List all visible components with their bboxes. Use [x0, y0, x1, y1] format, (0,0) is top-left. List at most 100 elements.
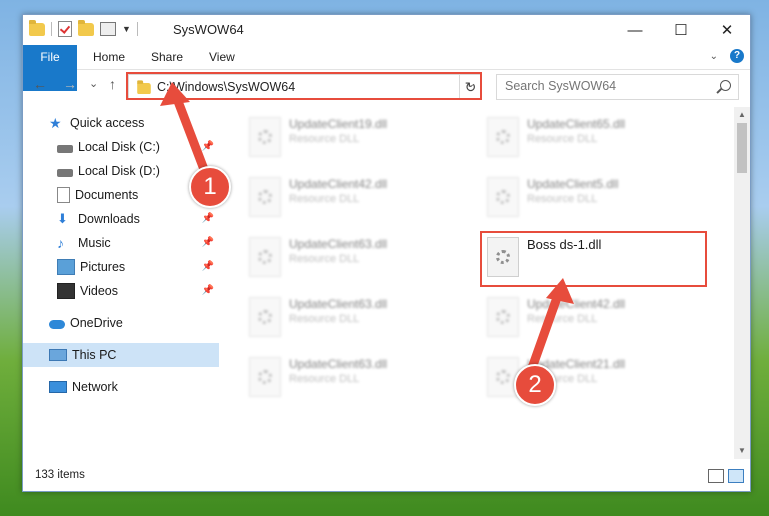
sidebar-item-label: Music: [78, 236, 111, 250]
file-type: Resource DLL: [527, 193, 598, 205]
up-button[interactable]: ↑: [109, 76, 116, 92]
gear-icon: [496, 190, 510, 204]
file-name: UpdateClient42.dll: [289, 177, 388, 191]
sidebar-item-network[interactable]: Network: [23, 375, 219, 399]
navigation-pane: ★ Quick access Local Disk (C:) 📌 Local D…: [23, 107, 219, 457]
scroll-down-icon[interactable]: ▼: [734, 443, 750, 459]
pictures-icon: [57, 259, 75, 275]
file-name: UpdateClient5.dll: [527, 177, 619, 191]
gear-icon: [258, 130, 272, 144]
file-item[interactable]: UpdateClient63.dll Resource DLL: [241, 353, 471, 399]
file-explorer-window: ▼ SysWOW64 — ☐ ✕ File Home Share View ⌄ …: [22, 14, 751, 492]
file-type: Resource DLL: [289, 193, 360, 205]
computer-icon: [49, 349, 67, 361]
toolbar-separator: [136, 22, 138, 36]
sidebar-item-videos[interactable]: Videos 📌: [23, 279, 219, 303]
file-item[interactable]: UpdateClient42.dll Resource DLL: [241, 173, 471, 219]
minimize-button[interactable]: —: [612, 15, 658, 45]
sidebar-item-label: Network: [72, 380, 118, 394]
details-view-icon[interactable]: [708, 469, 724, 483]
close-button[interactable]: ✕: [704, 15, 750, 45]
sidebar-item-pictures[interactable]: Pictures 📌: [23, 255, 219, 279]
help-icon[interactable]: ?: [730, 49, 744, 63]
search-icon[interactable]: [720, 80, 731, 91]
sidebar-item-label: Documents: [75, 188, 139, 202]
tab-view[interactable]: View: [209, 45, 235, 69]
properties-check-icon[interactable]: [58, 21, 72, 37]
quick-access-toolbar: ▼: [29, 19, 138, 37]
file-item[interactable]: UpdateClient42.dll Resource DLL: [479, 293, 709, 339]
file-item[interactable]: UpdateClient63.dll Resource DLL: [241, 233, 471, 279]
ribbon-tabs: File Home Share View ⌄ ?: [23, 45, 750, 91]
back-button[interactable]: ←: [33, 76, 47, 92]
callout-step-2: 2: [514, 364, 556, 406]
tab-share[interactable]: Share: [151, 45, 183, 69]
scroll-up-icon[interactable]: ▲: [734, 107, 750, 123]
file-list: UpdateClient19.dll Resource DLL UpdateCl…: [219, 107, 734, 459]
sidebar-item-label: OneDrive: [70, 316, 123, 330]
address-bar[interactable]: C:\Windows\SysWOW64 ⌄: [128, 74, 482, 100]
recent-locations-button[interactable]: ⌄: [89, 77, 98, 90]
gear-icon: [258, 310, 272, 324]
file-item-boss-ds-1[interactable]: Boss ds-1.dll: [479, 233, 709, 279]
forward-button[interactable]: →: [63, 76, 77, 92]
gear-icon: [496, 310, 510, 324]
dll-file-icon: [487, 237, 519, 277]
file-type: Resource DLL: [527, 133, 598, 145]
dll-file-icon: [249, 237, 281, 277]
file-item[interactable]: UpdateClient5.dll Resource DLL: [479, 173, 709, 219]
gear-icon: [496, 250, 510, 264]
customize-toolbar-chevron-icon[interactable]: ▼: [122, 24, 131, 34]
dll-file-icon: [487, 177, 519, 217]
gear-icon: [258, 190, 272, 204]
vertical-scrollbar[interactable]: ▲ ▼: [734, 107, 750, 459]
file-item[interactable]: UpdateClient63.dll Resource DLL: [241, 293, 471, 339]
refresh-button[interactable]: ↻: [459, 75, 481, 99]
disk-icon: [57, 144, 73, 153]
gear-icon: [496, 370, 510, 384]
videos-icon: [57, 283, 75, 299]
sidebar-item-label: Pictures: [80, 260, 126, 274]
pin-icon: 📌: [201, 237, 214, 248]
expand-ribbon-chevron-icon[interactable]: ⌄: [710, 51, 718, 62]
sidebar-item-music[interactable]: ♪ Music 📌: [23, 231, 219, 255]
navigation-bar: ← → ⌄ ↑ C:\Windows\SysWOW64 ⌄ ↻: [23, 71, 750, 101]
search-input[interactable]: [503, 78, 712, 94]
documents-icon: [57, 187, 70, 203]
scroll-thumb[interactable]: [737, 123, 747, 173]
network-icon: [49, 381, 67, 393]
file-item[interactable]: UpdateClient19.dll Resource DLL: [241, 113, 471, 159]
sidebar-item-label: This PC: [72, 348, 117, 362]
folder-icon: [29, 19, 45, 36]
file-name: UpdateClient63.dll: [289, 237, 388, 251]
status-bar: 133 items: [23, 465, 750, 489]
file-name: UpdateClient19.dll: [289, 117, 388, 131]
cloud-icon: [49, 320, 65, 329]
gear-icon: [258, 370, 272, 384]
download-icon: ⬇: [57, 211, 68, 226]
sidebar-item-label: Videos: [80, 284, 118, 298]
item-count: 133 items: [35, 469, 85, 481]
file-item[interactable]: UpdateClient21.dll Resource DLL: [479, 353, 709, 399]
sidebar-item-this-pc[interactable]: This PC: [23, 343, 219, 367]
sidebar-item-local-disk-c[interactable]: Local Disk (C:) 📌: [23, 135, 219, 159]
maximize-button[interactable]: ☐: [658, 15, 704, 45]
view-options-icon[interactable]: [100, 22, 116, 36]
new-folder-icon[interactable]: [78, 19, 94, 36]
search-box[interactable]: [496, 74, 739, 100]
sidebar-item-quick-access[interactable]: ★ Quick access: [23, 111, 219, 135]
file-name: Boss ds-1.dll: [527, 237, 602, 252]
file-type: Resource DLL: [289, 253, 360, 265]
file-name: UpdateClient65.dll: [527, 117, 626, 131]
tab-home[interactable]: Home: [93, 45, 125, 69]
address-path[interactable]: C:\Windows\SysWOW64: [157, 80, 295, 94]
tiles-view-icon[interactable]: [728, 469, 744, 483]
sidebar-item-onedrive[interactable]: OneDrive: [23, 311, 219, 335]
dll-file-icon: [249, 357, 281, 397]
title-bar: ▼ SysWOW64 — ☐ ✕: [23, 15, 750, 45]
file-item[interactable]: UpdateClient65.dll Resource DLL: [479, 113, 709, 159]
gear-icon: [496, 130, 510, 144]
window-title: SysWOW64: [173, 22, 244, 37]
sidebar-item-downloads[interactable]: ⬇ Downloads 📌: [23, 207, 219, 231]
file-type: Resource DLL: [289, 133, 360, 145]
